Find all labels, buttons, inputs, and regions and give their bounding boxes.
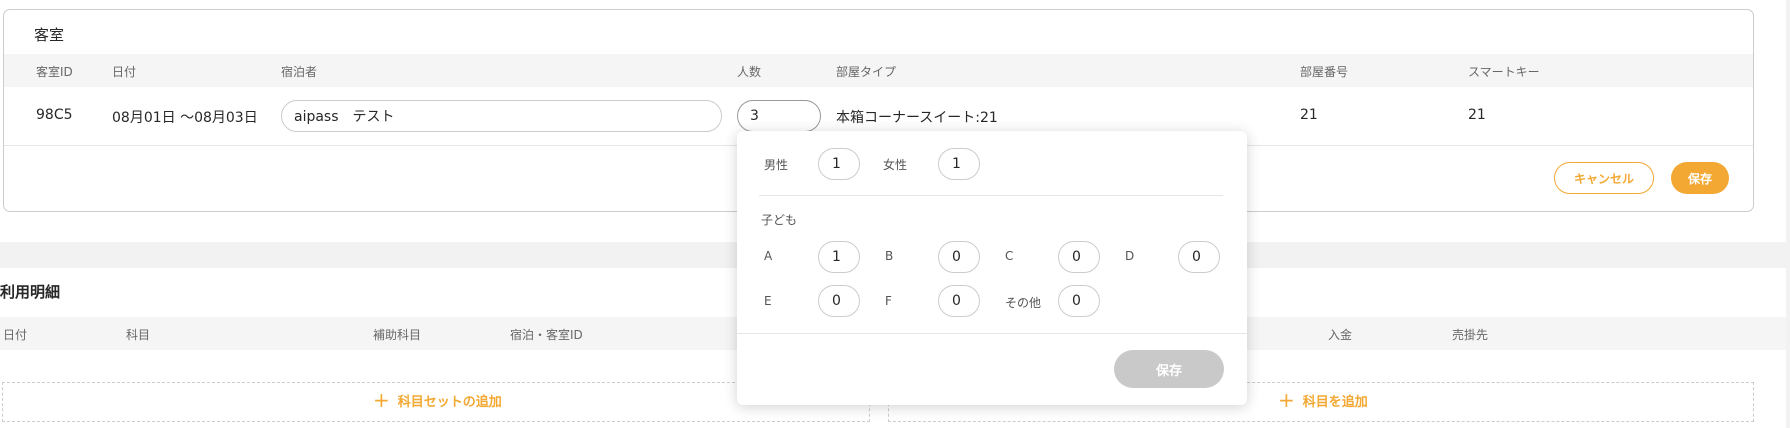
- other-count-input[interactable]: 0: [1058, 285, 1100, 317]
- male-count-input[interactable]: 1: [818, 148, 860, 180]
- people-count-input[interactable]: 3: [737, 100, 821, 132]
- child-a-label: A: [764, 249, 773, 263]
- other-label: その他: [1005, 296, 1042, 310]
- cancel-button[interactable]: キャンセル: [1554, 162, 1654, 194]
- header-people: 人数: [737, 65, 762, 79]
- usage-header-date: 日付: [3, 328, 28, 342]
- popup-footer-divider: [737, 333, 1247, 334]
- header-smart-key: スマートキー: [1468, 65, 1540, 79]
- usage-section-title: 利用明細: [0, 283, 61, 301]
- header-room-number: 部屋番号: [1300, 65, 1349, 79]
- child-c-input[interactable]: 0: [1058, 241, 1100, 273]
- room-number-value: 21: [1300, 107, 1318, 123]
- child-e-label: E: [764, 294, 772, 308]
- child-f-label: F: [885, 294, 892, 308]
- room-save-button[interactable]: 保存: [1671, 162, 1729, 194]
- usage-header-sub-subject: 補助科目: [373, 328, 422, 342]
- children-label: 子ども: [761, 213, 798, 227]
- header-room-type: 部屋タイプ: [836, 65, 897, 79]
- add-subject-button[interactable]: + 科目を追加: [1278, 390, 1368, 410]
- date-range-value: 08月01日 〜08月03日: [112, 110, 258, 126]
- child-d-label: D: [1125, 249, 1135, 263]
- male-count-value: 1: [832, 156, 841, 172]
- child-f-value: 0: [952, 293, 961, 309]
- female-count-input[interactable]: 1: [938, 148, 980, 180]
- child-a-value: 1: [832, 249, 841, 265]
- male-label: 男性: [764, 158, 789, 172]
- header-room-id: 客室ID: [36, 65, 73, 79]
- header-guest: 宿泊者: [281, 65, 318, 79]
- usage-header-deposit: 入金: [1328, 328, 1353, 342]
- female-label: 女性: [883, 158, 908, 172]
- child-b-input[interactable]: 0: [938, 241, 980, 273]
- add-subject-set-label: 科目セットの追加: [397, 394, 502, 410]
- child-c-value: 0: [1072, 249, 1081, 265]
- room-id-value: 98C5: [36, 107, 73, 123]
- child-a-input[interactable]: 1: [818, 241, 860, 273]
- header-date: 日付: [112, 65, 137, 79]
- other-count-value: 0: [1072, 293, 1081, 309]
- room-section-title: 客室: [34, 26, 65, 44]
- add-subject-set-button[interactable]: + 科目セットの追加: [373, 390, 502, 410]
- child-d-value: 0: [1192, 249, 1201, 265]
- guest-count-popup: 男性 1 女性 1 子ども A 1 B 0 C 0 D 0 E 0 F 0 その…: [737, 131, 1247, 405]
- child-f-input[interactable]: 0: [938, 285, 980, 317]
- people-count-value: 3: [750, 108, 759, 124]
- popup-save-button[interactable]: 保存: [1114, 350, 1224, 388]
- usage-header-account: 売掛先: [1452, 328, 1489, 342]
- guest-name-input[interactable]: aipass テスト: [281, 100, 722, 132]
- child-d-input[interactable]: 0: [1178, 241, 1220, 273]
- room-type-value: 本箱コーナースイート:21: [836, 110, 998, 126]
- guest-name-value: aipass テスト: [294, 109, 395, 125]
- usage-header-subject: 科目: [126, 328, 151, 342]
- child-c-label: C: [1005, 249, 1014, 263]
- plus-icon: +: [373, 388, 390, 412]
- smart-key-value: 21: [1468, 107, 1486, 123]
- child-e-input[interactable]: 0: [818, 285, 860, 317]
- room-table-header: 客室ID 日付 宿泊者 人数 部屋タイプ 部屋番号 スマートキー: [4, 54, 1753, 87]
- child-b-label: B: [885, 249, 894, 263]
- child-e-value: 0: [832, 293, 841, 309]
- add-subject-label: 科目を追加: [1302, 394, 1368, 410]
- female-count-value: 1: [952, 156, 961, 172]
- child-b-value: 0: [952, 249, 961, 265]
- popup-divider: [759, 195, 1223, 196]
- plus-icon: +: [1278, 388, 1295, 412]
- usage-header-stay-room-id: 宿泊・客室ID: [510, 328, 583, 342]
